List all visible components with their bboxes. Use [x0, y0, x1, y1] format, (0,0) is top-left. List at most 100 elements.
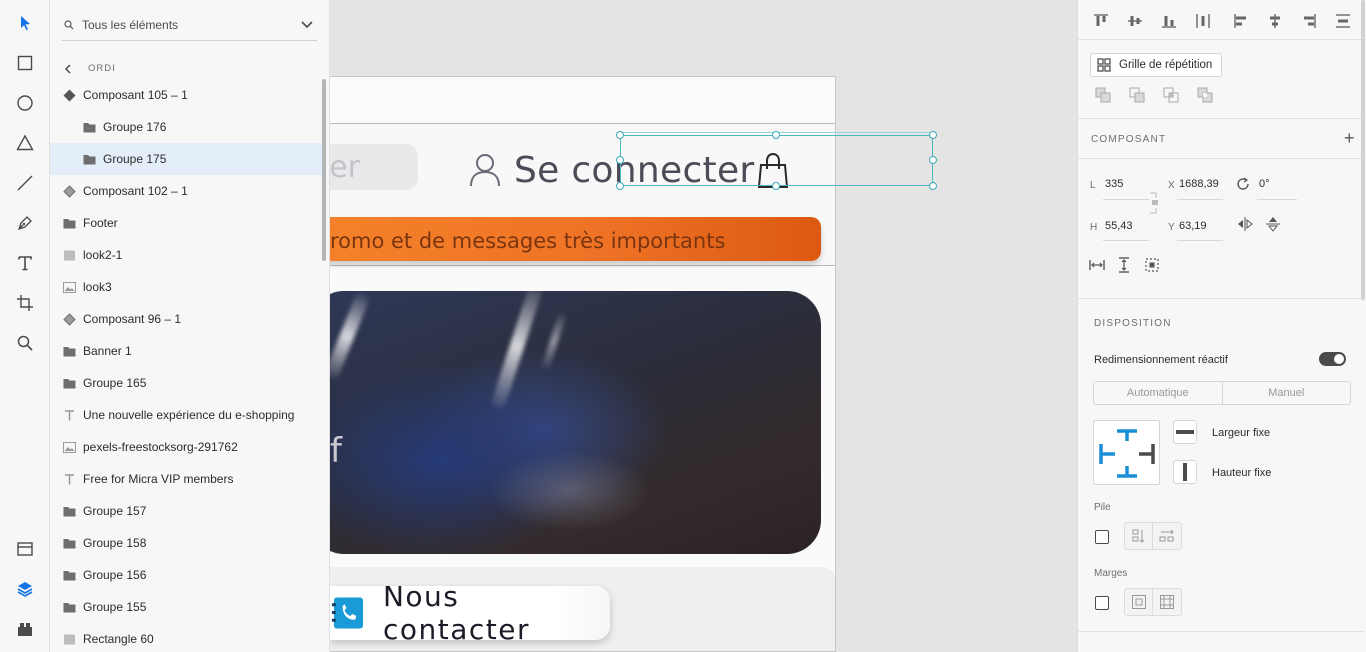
- height-field[interactable]: 55,43: [1105, 220, 1133, 232]
- layer-item[interactable]: Groupe 165: [50, 367, 322, 399]
- constraint-widget[interactable]: [1093, 420, 1160, 485]
- pin-constraints-icon: [1099, 429, 1155, 478]
- layer-item[interactable]: Banner 1: [50, 335, 322, 367]
- ellipse-tool-icon[interactable]: [13, 91, 37, 115]
- fixed-width-button[interactable]: [1173, 420, 1197, 444]
- rotation-field[interactable]: 0°: [1259, 178, 1270, 190]
- layer-item[interactable]: look2-1: [50, 239, 322, 271]
- selection-box[interactable]: [620, 135, 933, 186]
- text-tool-icon[interactable]: [13, 251, 37, 275]
- align-left-icon[interactable]: [1233, 13, 1249, 29]
- layer-label: pexels-freestocksorg-291762: [83, 440, 238, 454]
- distribute-vertical-icon[interactable]: [1335, 13, 1351, 29]
- layer-item[interactable]: Groupe 157: [50, 495, 322, 527]
- layer-item[interactable]: Groupe 155: [50, 591, 322, 623]
- layer-item[interactable]: Composant 102 – 1: [50, 175, 322, 207]
- chevron-down-icon[interactable]: [301, 21, 317, 29]
- resize-handle-se[interactable]: [929, 182, 937, 190]
- layer-item[interactable]: Composant 96 – 1: [50, 303, 322, 335]
- stack-horizontal-icon[interactable]: [1153, 523, 1181, 549]
- zoom-tool-icon[interactable]: [13, 331, 37, 355]
- distribute-height-icon[interactable]: [1116, 257, 1132, 273]
- boolean-exclude-icon[interactable]: [1197, 87, 1213, 103]
- promo-banner: romo et de messages très importants: [330, 217, 821, 261]
- layer-item[interactable]: Free for Micra VIP members: [50, 463, 322, 495]
- lock-aspect-icon[interactable]: [1149, 192, 1161, 214]
- distribute-horizontal-icon[interactable]: [1195, 13, 1211, 29]
- resize-mode-segment: Automatique Manuel: [1093, 381, 1351, 405]
- boolean-intersect-icon[interactable]: [1163, 87, 1179, 103]
- layer-item[interactable]: Composant 105 – 1: [50, 79, 322, 111]
- inspector-scrollbar[interactable]: [1361, 0, 1365, 300]
- layer-label: Groupe 176: [103, 120, 167, 134]
- assets-icon[interactable]: [13, 537, 37, 561]
- fixed-height-label: Hauteur fixe: [1212, 467, 1272, 479]
- rectangle-tool-icon[interactable]: [13, 51, 37, 75]
- resize-handle-e[interactable]: [929, 156, 937, 164]
- resize-handle-w[interactable]: [616, 156, 624, 164]
- layer-item[interactable]: Footer: [50, 207, 322, 239]
- align-center-icon[interactable]: [1267, 13, 1283, 29]
- layer-item[interactable]: Groupe 176: [50, 111, 322, 143]
- responsive-resize-toggle[interactable]: [1319, 352, 1346, 366]
- polygon-tool-icon[interactable]: [13, 131, 37, 155]
- boolean-add-icon[interactable]: [1095, 87, 1111, 103]
- flip-vertical-icon[interactable]: [1265, 216, 1281, 232]
- chevron-left-icon[interactable]: [64, 63, 76, 74]
- layer-item[interactable]: Groupe 158: [50, 527, 322, 559]
- layers-panel: Tous les éléments ORDI Composant 105 – 1…: [50, 0, 330, 652]
- artboard-tool-icon[interactable]: [13, 291, 37, 315]
- layer-label: Groupe 156: [83, 568, 147, 582]
- repeat-grid-button[interactable]: Grille de répétition: [1090, 53, 1223, 77]
- folder-icon: [62, 536, 76, 550]
- fixed-width-label: Largeur fixe: [1212, 427, 1271, 439]
- align-bottom-icon[interactable]: [1161, 13, 1177, 29]
- padding-label: Marges: [1094, 568, 1128, 579]
- resize-handle-s[interactable]: [772, 182, 780, 190]
- folder-icon: [62, 568, 76, 582]
- layer-item[interactable]: pexels-freestocksorg-291762: [50, 431, 322, 463]
- resize-handle-n[interactable]: [772, 131, 780, 139]
- rectangle-icon: [62, 632, 76, 646]
- fixed-height-button[interactable]: [1173, 460, 1197, 484]
- stack-checkbox[interactable]: [1095, 530, 1109, 544]
- line-tool-icon[interactable]: [13, 171, 37, 195]
- select-tool-icon[interactable]: [13, 11, 37, 35]
- flip-horizontal-icon[interactable]: [1237, 216, 1253, 232]
- auto-mode-button[interactable]: Automatique: [1094, 382, 1223, 404]
- padding-individual-icon[interactable]: [1153, 589, 1181, 615]
- boolean-subtract-icon[interactable]: [1129, 87, 1145, 103]
- layers-scrollbar[interactable]: [322, 79, 326, 261]
- resize-handle-ne[interactable]: [929, 131, 937, 139]
- rotate-icon[interactable]: [1235, 176, 1251, 192]
- resize-handle-sw[interactable]: [616, 182, 624, 190]
- pen-tool-icon[interactable]: [13, 211, 37, 235]
- breadcrumb: ORDI: [64, 63, 116, 74]
- align-middle-icon[interactable]: [1127, 13, 1143, 29]
- resize-handle-nw[interactable]: [616, 131, 624, 139]
- layer-filter[interactable]: Tous les éléments: [62, 10, 317, 41]
- padding-uniform-icon[interactable]: [1125, 589, 1153, 615]
- stack-vertical-icon[interactable]: [1125, 523, 1153, 549]
- fit-content-icon[interactable]: [1144, 257, 1160, 273]
- padding-checkbox[interactable]: [1095, 596, 1109, 610]
- distribute-width-icon[interactable]: [1089, 257, 1105, 273]
- folder-icon: [82, 152, 96, 166]
- add-state-icon[interactable]: +: [1344, 129, 1355, 147]
- layer-item[interactable]: look3: [50, 271, 322, 303]
- layer-item[interactable]: Groupe 175: [50, 143, 322, 175]
- manual-mode-button[interactable]: Manuel: [1223, 382, 1351, 404]
- layer-item[interactable]: Une nouvelle expérience du e-shopping: [50, 399, 322, 431]
- layer-item[interactable]: Groupe 156: [50, 559, 322, 591]
- contact-button: Nous contacter: [330, 580, 610, 646]
- align-right-icon[interactable]: [1301, 13, 1317, 29]
- layers-icon[interactable]: [13, 577, 37, 601]
- repeat-grid-icon: [1097, 58, 1111, 72]
- align-top-icon[interactable]: [1093, 13, 1109, 29]
- x-field[interactable]: 1688,39: [1179, 178, 1219, 190]
- width-field[interactable]: 335: [1105, 178, 1123, 190]
- y-field[interactable]: 63,19: [1179, 220, 1207, 232]
- plugins-icon[interactable]: [13, 617, 37, 641]
- layer-filter-value: Tous les éléments: [82, 18, 179, 32]
- layer-item[interactable]: Rectangle 60: [50, 623, 322, 652]
